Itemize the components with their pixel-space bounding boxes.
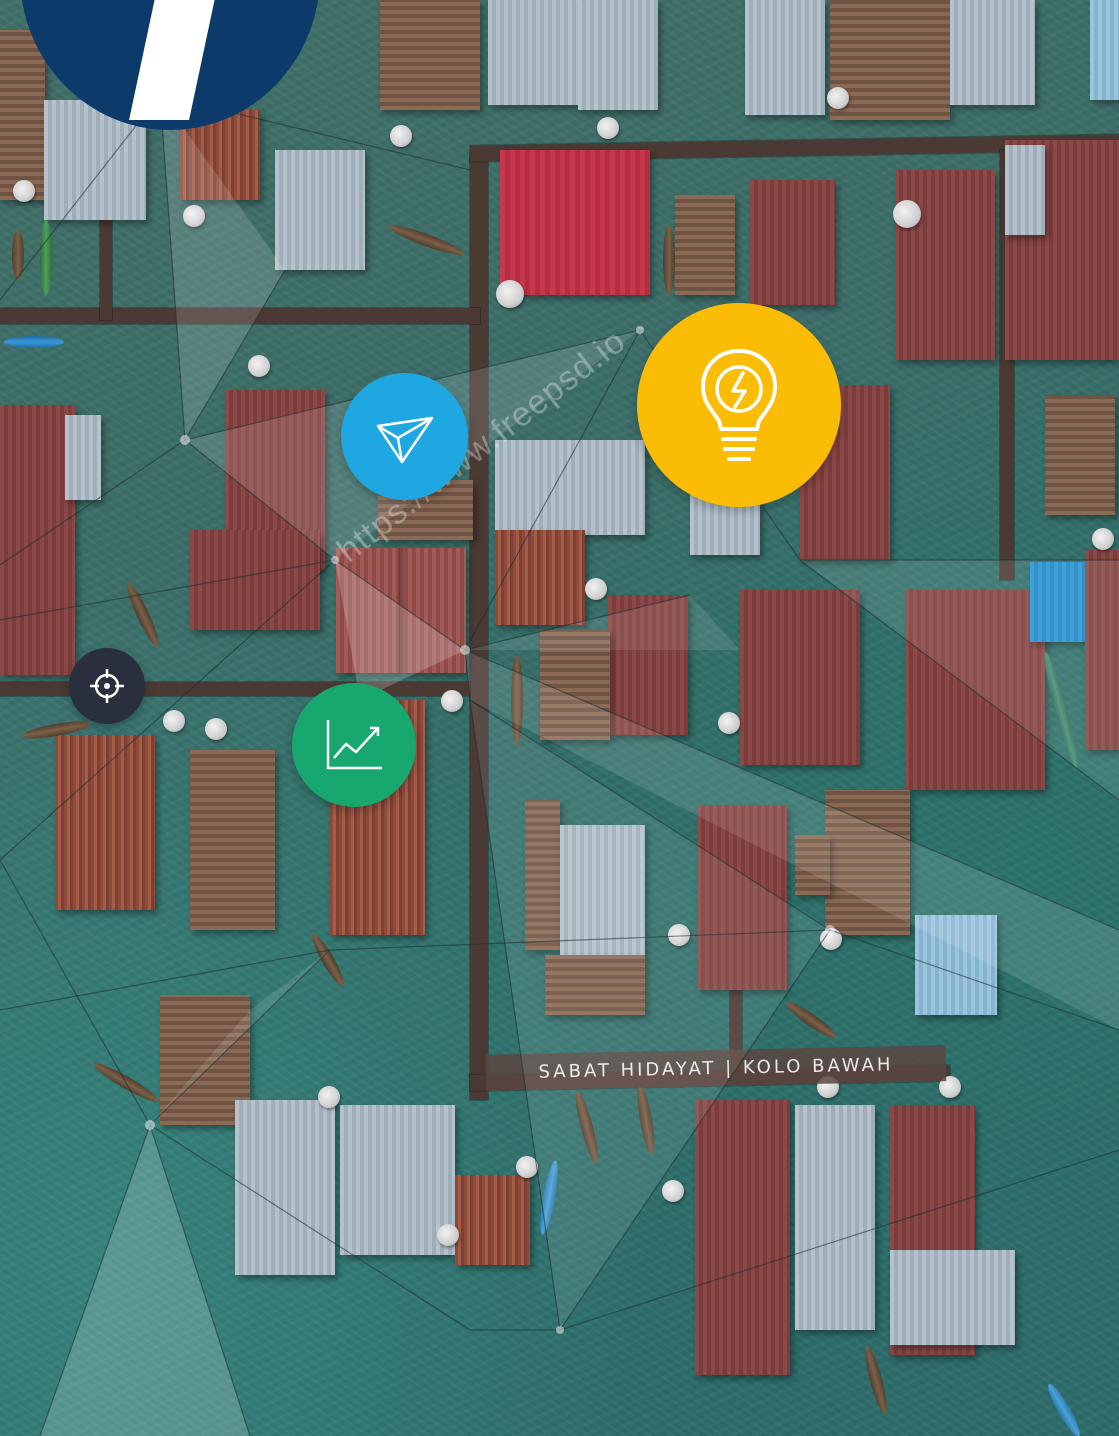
light-beam	[465, 595, 740, 650]
logo-slash	[129, 0, 221, 120]
network-node	[556, 1326, 564, 1334]
chart-line-icon	[326, 720, 382, 770]
network-line	[0, 559, 336, 621]
paper-plane-icon	[376, 416, 433, 463]
network-node	[145, 1120, 155, 1130]
lightbulb-icon	[701, 349, 777, 461]
network-node	[825, 925, 835, 935]
lightbulb-badge[interactable]	[637, 303, 841, 507]
network-line	[0, 859, 151, 1126]
network-line	[0, 559, 336, 861]
chart-badge[interactable]	[292, 683, 416, 807]
network-line	[0, 94, 186, 566]
network-overlay	[0, 94, 1119, 1436]
network-line	[0, 949, 331, 1011]
light-beam	[160, 95, 285, 440]
target-badge[interactable]	[69, 648, 145, 724]
light-beam	[40, 1125, 250, 1436]
paper-plane-badge[interactable]	[341, 373, 468, 500]
light-beams	[40, 95, 1119, 1436]
aerial-village-background: SABAT HIDAYAT | KOLO BAWAH https://www.f…	[0, 0, 1119, 1436]
network-node	[331, 556, 339, 564]
network-line	[149, 1124, 560, 1331]
crosshair-icon	[90, 669, 124, 703]
network-node	[180, 435, 190, 445]
network-node	[636, 326, 644, 334]
light-beam	[335, 560, 465, 700]
network-node	[460, 645, 470, 655]
